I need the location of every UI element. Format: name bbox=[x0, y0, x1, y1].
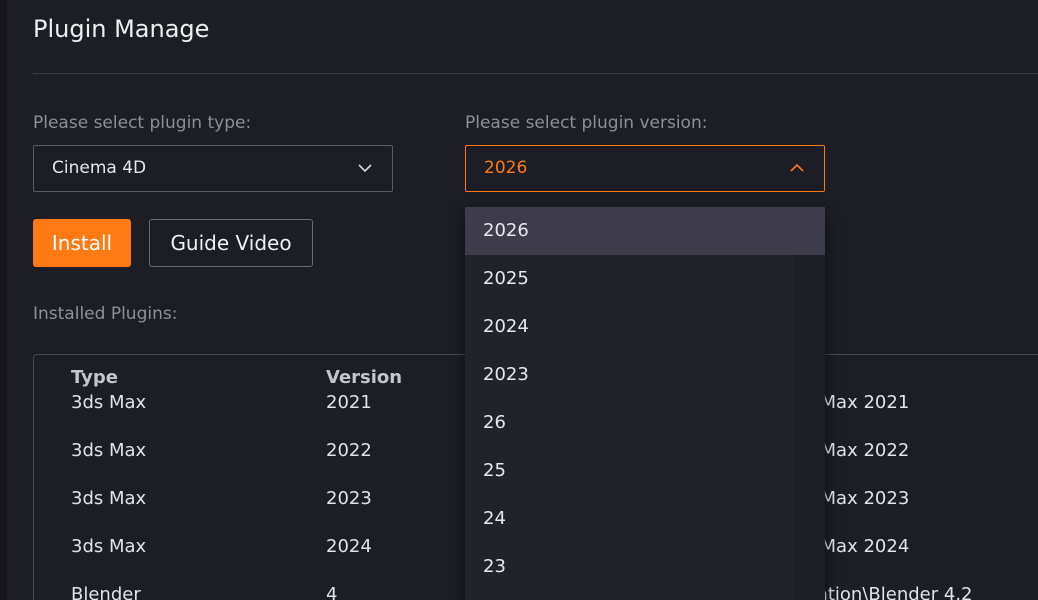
version-dropdown-menu[interactable]: 2026 2025 2024 2023 26 25 24 23 bbox=[465, 207, 825, 600]
version-option-selected[interactable]: 2026 bbox=[465, 207, 825, 255]
page-title: Plugin Manage bbox=[33, 15, 210, 43]
cell-version: 4 bbox=[326, 584, 338, 600]
column-header-type: Type bbox=[71, 367, 118, 388]
chevron-up-icon bbox=[790, 163, 804, 172]
version-option[interactable]: 26 bbox=[465, 399, 825, 447]
plugin-type-select[interactable]: Cinema 4D bbox=[33, 145, 393, 192]
title-divider bbox=[33, 73, 1038, 74]
plugin-version-select[interactable]: 2026 bbox=[465, 145, 825, 192]
cell-type: 3ds Max bbox=[71, 536, 147, 557]
cell-version: 2023 bbox=[326, 488, 372, 509]
plugin-type-label: Please select plugin type: bbox=[33, 113, 252, 133]
cell-type: Blender bbox=[71, 584, 141, 600]
version-option[interactable]: 23 bbox=[465, 543, 825, 591]
install-button[interactable]: Install bbox=[33, 219, 131, 267]
installed-plugins-label: Installed Plugins: bbox=[33, 304, 178, 324]
version-option[interactable]: 2025 bbox=[465, 255, 825, 303]
plugin-type-value: Cinema 4D bbox=[52, 158, 147, 178]
cell-version: 2024 bbox=[326, 536, 372, 557]
cell-version: 2022 bbox=[326, 440, 372, 461]
cell-type: 3ds Max bbox=[71, 392, 147, 413]
plugin-manage-page: Plugin Manage Please select plugin type:… bbox=[0, 0, 1038, 600]
guide-video-button[interactable]: Guide Video bbox=[149, 219, 313, 267]
plugin-version-label: Please select plugin version: bbox=[465, 113, 708, 133]
version-option[interactable]: 24 bbox=[465, 495, 825, 543]
left-edge-bar bbox=[0, 0, 7, 600]
cell-version: 2021 bbox=[326, 392, 372, 413]
version-option[interactable]: 2024 bbox=[465, 303, 825, 351]
cell-type: 3ds Max bbox=[71, 488, 147, 509]
plugin-version-value: 2026 bbox=[484, 158, 528, 178]
cell-type: 3ds Max bbox=[71, 440, 147, 461]
chevron-down-icon bbox=[358, 164, 372, 173]
version-option[interactable]: 2023 bbox=[465, 351, 825, 399]
column-header-version: Version bbox=[326, 367, 403, 388]
version-option[interactable]: 25 bbox=[465, 447, 825, 495]
